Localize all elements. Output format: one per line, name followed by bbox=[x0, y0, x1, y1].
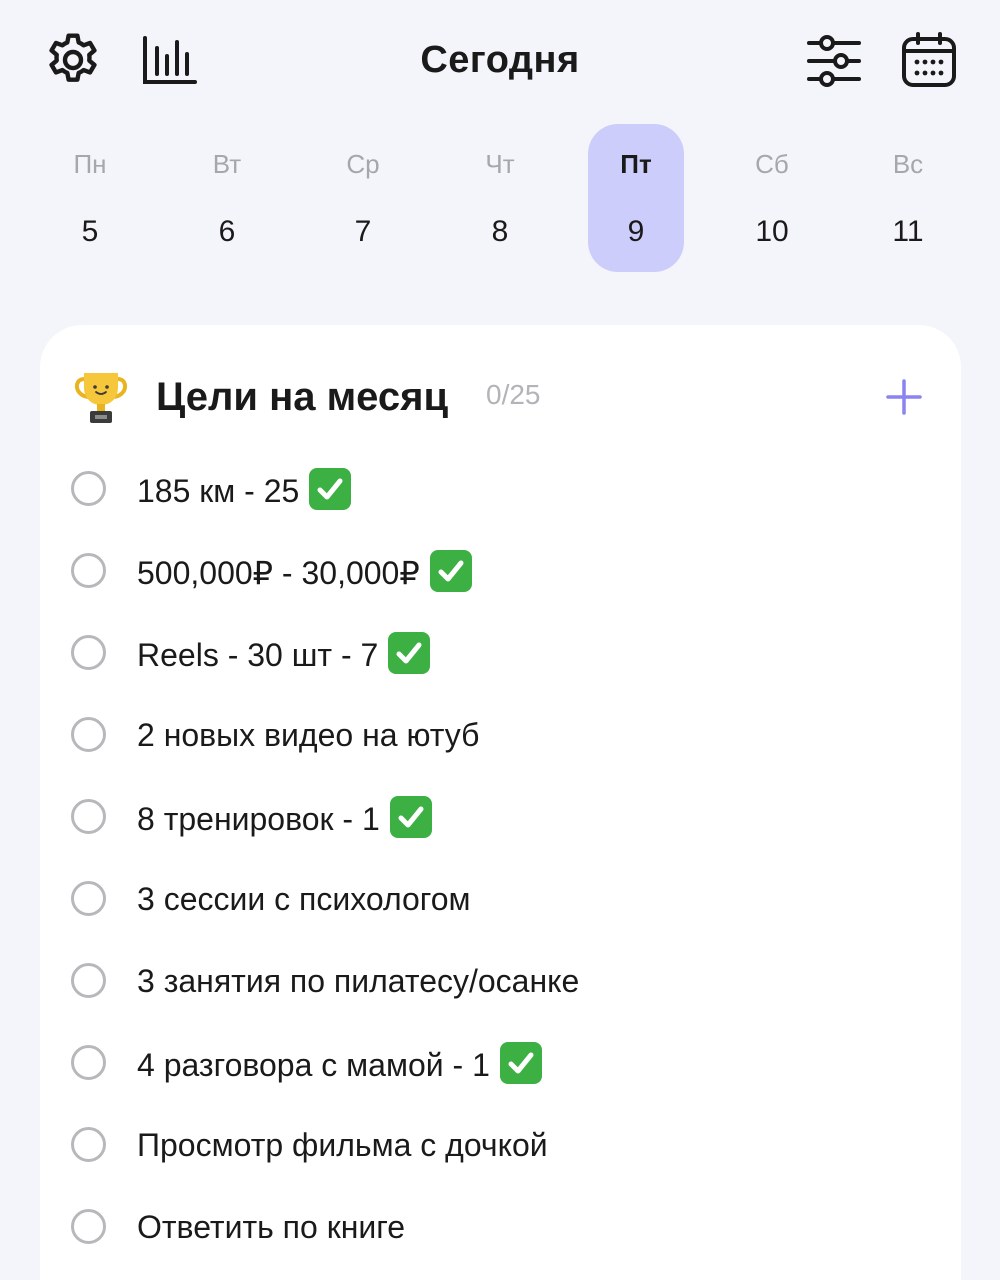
goal-label: 3 сессии с психологом bbox=[137, 881, 471, 917]
day-name: Ср bbox=[346, 149, 380, 179]
goal-item[interactable]: 8 тренировок - 1 bbox=[40, 778, 961, 860]
day-name: Пт bbox=[620, 149, 652, 179]
goal-item[interactable]: 3 занятия по пилатесу/осанке bbox=[40, 942, 961, 1024]
goal-label: 2 новых видео на ютуб bbox=[137, 717, 480, 753]
goal-text-wrap: Reels - 30 шт - 7 bbox=[137, 632, 431, 676]
goals-card-header: Цели на месяц 0/25 bbox=[40, 325, 961, 465]
goal-label: 185 км - 25 bbox=[137, 473, 300, 509]
calendar-icon bbox=[902, 32, 956, 87]
goal-checkbox[interactable] bbox=[71, 881, 106, 916]
day-number: 10 bbox=[755, 215, 789, 248]
goal-list: 185 км - 25 500,000₽ - 30,000₽ Reels - 3… bbox=[40, 450, 961, 1270]
day-saturday[interactable]: Сб 10 bbox=[724, 124, 820, 272]
day-tuesday[interactable]: Вт 6 bbox=[179, 124, 275, 272]
goal-text-wrap: 8 тренировок - 1 bbox=[137, 796, 432, 840]
goal-text-wrap: 500,000₽ - 30,000₽ bbox=[137, 550, 472, 594]
app-screen: Сегодня Пн 5 Вт 6 Ср 7 Чт 8 Пт 9 Сб 10 В… bbox=[0, 0, 1000, 1280]
check-mark-emoji-icon bbox=[499, 1042, 542, 1084]
goal-label: Reels - 30 шт - 7 bbox=[137, 637, 379, 673]
plus-icon[interactable] bbox=[878, 371, 930, 423]
goal-item[interactable]: 3 сессии с психологом bbox=[40, 860, 961, 942]
goal-checkbox[interactable] bbox=[71, 635, 106, 670]
day-name: Вс bbox=[892, 149, 924, 179]
goal-label: 500,000₽ - 30,000₽ bbox=[137, 555, 420, 591]
check-mark-emoji-icon bbox=[389, 796, 432, 838]
goal-checkbox[interactable] bbox=[71, 1209, 106, 1244]
day-name: Вт bbox=[212, 149, 242, 179]
day-number: 9 bbox=[627, 215, 645, 248]
gear-icon bbox=[49, 33, 97, 82]
goal-checkbox[interactable] bbox=[71, 471, 106, 506]
goal-text-wrap: Ответить по книге bbox=[137, 1206, 405, 1248]
goal-item[interactable]: Reels - 30 шт - 7 bbox=[40, 614, 961, 696]
goal-item[interactable]: 4 разговора с мамой - 1 bbox=[40, 1024, 961, 1106]
day-number: 8 bbox=[491, 215, 509, 248]
top-bar: Сегодня bbox=[0, 0, 1000, 120]
day-wednesday[interactable]: Ср 7 bbox=[315, 124, 411, 272]
check-mark-emoji-icon bbox=[388, 632, 431, 674]
goal-item[interactable]: 500,000₽ - 30,000₽ bbox=[40, 532, 961, 614]
day-number: 7 bbox=[354, 215, 372, 248]
goal-checkbox[interactable] bbox=[71, 799, 106, 834]
goal-item[interactable]: 2 новых видео на ютуб bbox=[40, 696, 961, 778]
day-number: 11 bbox=[892, 215, 924, 248]
check-mark-emoji-icon bbox=[429, 550, 472, 592]
goal-item[interactable]: 185 км - 25 bbox=[40, 450, 961, 532]
goal-label: 8 тренировок - 1 bbox=[137, 801, 380, 837]
goal-text-wrap: 185 км - 25 bbox=[137, 468, 352, 512]
card-title: Цели на месяц bbox=[156, 375, 449, 419]
calendar-button[interactable] bbox=[898, 29, 960, 91]
goal-label: 3 занятия по пилатесу/осанке bbox=[137, 963, 580, 999]
goal-text-wrap: 3 сессии с психологом bbox=[137, 878, 471, 920]
goal-label: Ответить по книге bbox=[137, 1209, 405, 1245]
goal-label: 4 разговора с мамой - 1 bbox=[137, 1047, 490, 1083]
check-mark-emoji-icon bbox=[309, 468, 352, 510]
goal-checkbox[interactable] bbox=[71, 1127, 106, 1162]
page-title: Сегодня bbox=[420, 39, 580, 81]
day-friday-selected[interactable]: Пт 9 bbox=[588, 124, 684, 272]
statistics-button[interactable] bbox=[140, 33, 198, 87]
goal-label: Просмотр фильма с дочкой bbox=[137, 1127, 548, 1163]
goal-checkbox[interactable] bbox=[71, 717, 106, 752]
day-name: Чт bbox=[485, 149, 515, 179]
goal-text-wrap: 2 новых видео на ютуб bbox=[137, 714, 479, 756]
goal-text-wrap: 3 занятия по пилатесу/осанке bbox=[137, 960, 579, 1002]
day-thursday[interactable]: Чт 8 bbox=[452, 124, 548, 272]
goal-checkbox[interactable] bbox=[71, 963, 106, 998]
day-name: Пн bbox=[73, 149, 107, 179]
goals-card: Цели на месяц 0/25 185 км - 25 500,000₽ … bbox=[40, 325, 961, 1280]
day-monday[interactable]: Пн 5 bbox=[42, 124, 138, 272]
goal-item[interactable]: Просмотр фильма с дочкой bbox=[40, 1106, 961, 1188]
goal-checkbox[interactable] bbox=[71, 553, 106, 588]
day-number: 5 bbox=[81, 215, 99, 248]
goals-count: 0/25 bbox=[486, 379, 541, 410]
bar-chart-icon bbox=[143, 36, 197, 84]
day-name: Сб bbox=[755, 149, 789, 179]
goal-checkbox[interactable] bbox=[71, 1045, 106, 1080]
settings-button[interactable] bbox=[40, 27, 106, 93]
filter-button[interactable] bbox=[804, 33, 864, 89]
sliders-icon bbox=[807, 35, 861, 87]
goal-item[interactable]: Ответить по книге bbox=[40, 1188, 961, 1270]
day-sunday[interactable]: Вс 11 bbox=[860, 124, 956, 272]
week-strip: Пн 5 Вт 6 Ср 7 Чт 8 Пт 9 Сб 10 Вс 11 bbox=[22, 124, 978, 272]
trophy-icon bbox=[75, 373, 127, 423]
day-number: 6 bbox=[218, 215, 236, 248]
goal-text-wrap: 4 разговора с мамой - 1 bbox=[137, 1042, 542, 1086]
goal-text-wrap: Просмотр фильма с дочкой bbox=[137, 1124, 548, 1166]
